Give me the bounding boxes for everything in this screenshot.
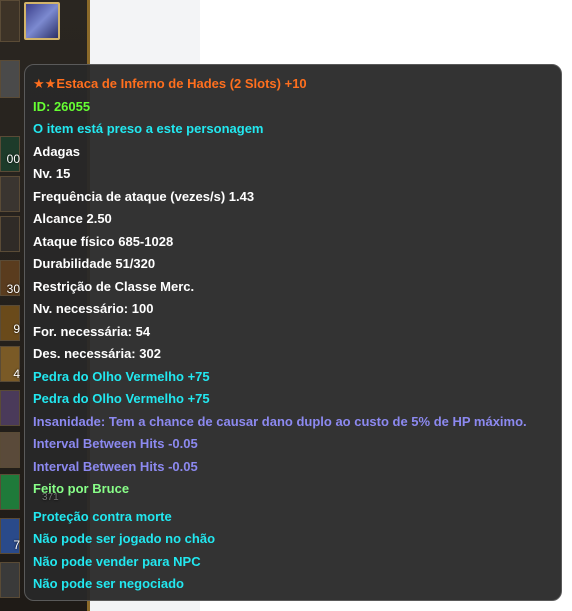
item-count: 00 — [6, 152, 20, 166]
game-screen: 00 30 9 4 7 ★★Estaca de Inferno de Hades… — [0, 0, 572, 611]
interval-stat: Interval Between Hits -0.05 — [33, 436, 198, 451]
item-count: 4 — [13, 367, 20, 381]
crafted-by: Feito por Bruce — [33, 481, 130, 496]
item-name: Estaca de Inferno de Hades (2 Slots) +10 — [56, 76, 307, 91]
socket-gem: Pedra do Olho Vermelho +75 — [33, 391, 210, 406]
inventory-slot[interactable] — [0, 0, 20, 42]
inventory-slot[interactable] — [0, 432, 20, 468]
item-slot-icon[interactable] — [24, 2, 60, 40]
required-level: Nv. necessário: 100 — [33, 301, 154, 316]
durability: Durabilidade 51/320 — [33, 256, 156, 271]
item-id: ID: 26055 — [33, 98, 91, 114]
required-dexterity: Des. necessária: 302 — [33, 346, 161, 361]
item-level: Nv. 15 — [33, 166, 71, 181]
item-count: 30 — [6, 282, 20, 296]
attack-frequency: Frequência de ataque (vezes/s) 1.43 — [33, 188, 255, 204]
star-icon: ★★ — [33, 76, 57, 91]
inventory-slot[interactable] — [0, 176, 20, 212]
socket-gem: Pedra do Olho Vermelho +75 — [33, 368, 210, 384]
item-title: ★★Estaca de Inferno de Hades (2 Slots) +… — [33, 73, 561, 96]
item-count: 9 — [13, 322, 20, 336]
inventory-slot[interactable] — [0, 390, 20, 426]
inventory-slot[interactable] — [0, 474, 20, 510]
item-tooltip: ★★Estaca de Inferno de Hades (2 Slots) +… — [24, 64, 562, 601]
inventory-slot[interactable] — [0, 216, 20, 252]
item-type: Adagas — [33, 143, 80, 159]
item-count: 371 — [42, 492, 59, 503]
inventory-slot[interactable] — [0, 60, 20, 98]
inventory-slot[interactable] — [0, 562, 20, 598]
no-trade-flag: Não pode ser negociado — [33, 576, 184, 591]
interval-stat: Interval Between Hits -0.05 — [33, 458, 198, 474]
no-npc-sell-flag: Não pode vender para NPC — [33, 553, 201, 569]
attack-range: Alcance 2.50 — [33, 211, 112, 226]
no-drop-flag: Não pode ser jogado no chão — [33, 531, 216, 546]
physical-attack: Ataque físico 685-1028 — [33, 233, 174, 249]
insanity-effect: Insanidade: Tem a chance de causar dano … — [33, 413, 527, 429]
required-strength: For. necessária: 54 — [33, 323, 151, 339]
bound-status: O item está preso a este personagem — [33, 121, 264, 136]
item-count: 7 — [13, 538, 20, 552]
death-protection: Proteção contra morte — [33, 508, 172, 524]
class-restriction: Restrição de Classe Merc. — [33, 278, 195, 294]
